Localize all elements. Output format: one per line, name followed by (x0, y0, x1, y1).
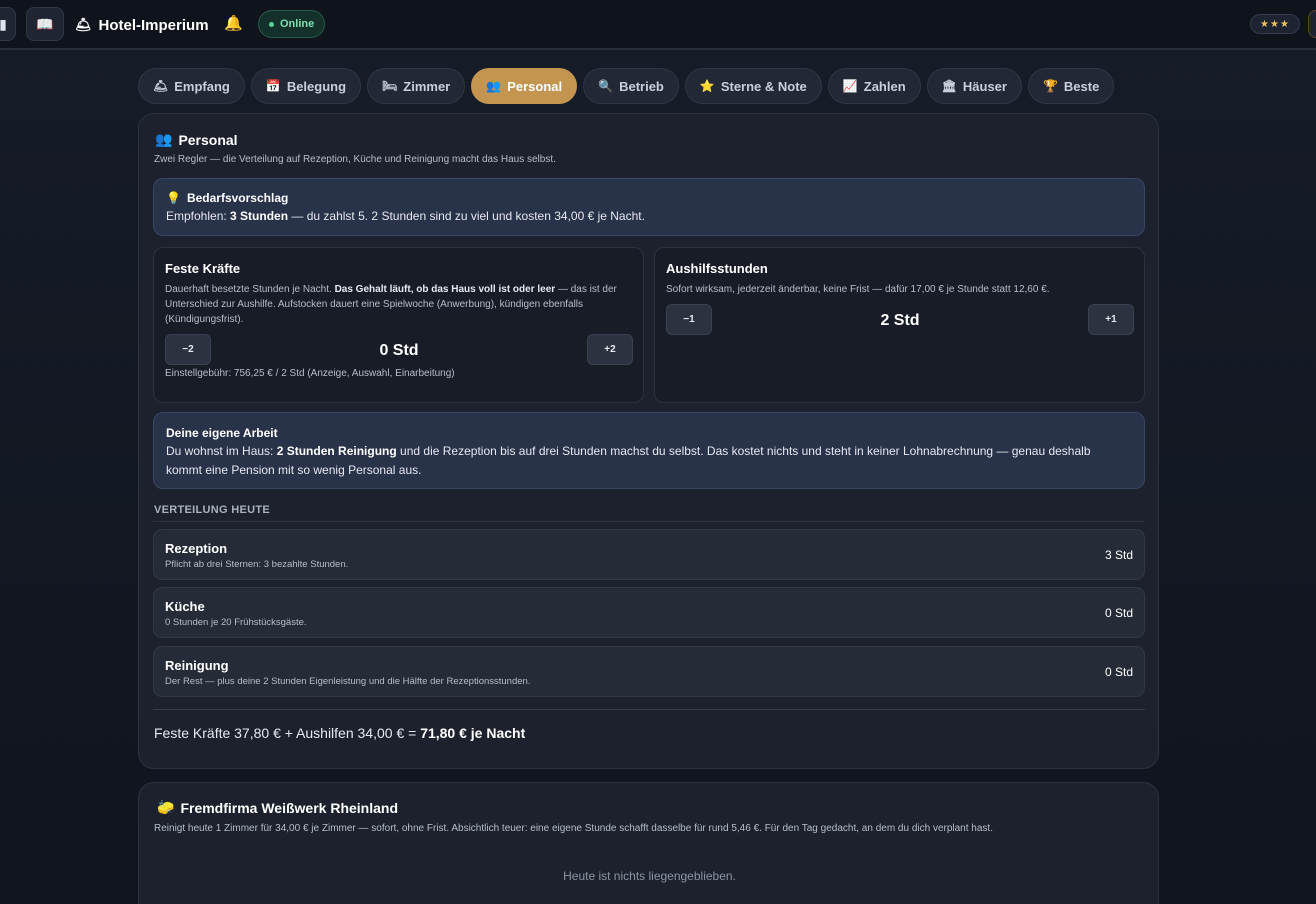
empty-state-message: Heute ist nichts liegengeblieben. (563, 869, 736, 883)
tab-haeuser[interactable]: 🏛 Häuser (926, 68, 1022, 104)
hint-suffix: — du zahlst 5. 2 Stunden sind zu viel un… (288, 209, 645, 223)
lightbulb-icon: 💡 (166, 191, 181, 205)
reception-bell-icon: 🛎 (153, 79, 169, 93)
online-status-label: Online (280, 18, 315, 30)
own-prefix: Du wohnst im Haus: (166, 444, 277, 458)
divider (153, 709, 1145, 710)
demand-suggestion-title-text: Bedarfsvorschlag (186, 191, 289, 205)
main-tabs: 🛎 Empfang 📅 Belegung 🛏 Zimmer 👥 Personal 🔍 Be… (138, 68, 1115, 104)
magnifier-icon: 🔍 (598, 79, 614, 93)
tab-beste[interactable]: 🏆 Beste (1027, 68, 1115, 104)
temp-staff-description: Sofort wirksam, jederzeit änderbar, kein… (666, 284, 1050, 295)
stars-rating-badge: ★★★ (1250, 14, 1300, 34)
notification-bell-icon[interactable]: 🔔 (224, 14, 243, 32)
tab-label: Zimmer (403, 78, 451, 94)
row-value: 0 Std (1104, 665, 1133, 679)
hint-recommended-hours: 3 Stunden (230, 209, 289, 223)
temp-staff-panel: Aushilfsstunden Sofort wirksam, jederzei… (654, 247, 1145, 403)
own-work-info: Deine eigene Arbeit Du wohnst im Haus: 2… (153, 412, 1145, 489)
building-icon: 🏛 (941, 79, 957, 93)
fixed-staff-title: Feste Kräfte (165, 261, 241, 276)
fixed-staff-value: 0 Std (379, 342, 419, 359)
profile-button[interactable] (1308, 10, 1316, 38)
external-company-title: 🧽 Fremdfirma Weißwerk Rheinland (157, 799, 398, 816)
calendar-icon: 📅 (265, 79, 281, 93)
distribution-row-reception: Rezeption Pflicht ab drei Sternen: 3 bez… (153, 529, 1145, 580)
external-company-card: 🧽 Fremdfirma Weißwerk Rheinland Reinigt … (138, 782, 1159, 904)
trophy-icon: 🏆 (1042, 79, 1058, 93)
tab-label: Zahlen (863, 78, 906, 94)
tab-label: Sterne & Note (720, 78, 807, 94)
tab-zimmer[interactable]: 🛏 Zimmer (367, 68, 466, 104)
row-subtitle: 0 Stunden je 20 Frühstücksgäste. (165, 617, 307, 628)
menu-button[interactable]: ▮ (0, 7, 16, 41)
total-breakdown: Feste Kräfte 37,80 € + Aushilfen 34,00 €… (154, 725, 421, 741)
external-company-title-text: Fremdfirma Weißwerk Rheinland (180, 799, 399, 816)
menu-icon: ▮ (0, 15, 7, 32)
demand-suggestion: 💡 Bedarfsvorschlag Empfohlen: 3 Stunden … (153, 178, 1145, 236)
fixed-desc-part: Dauerhaft besetzte Stunden je Nacht. (165, 284, 335, 295)
tab-label: Personal (507, 78, 563, 94)
tab-betrieb[interactable]: 🔍 Betrieb (583, 68, 679, 104)
bed-icon: 🛏 (382, 79, 398, 93)
row-title: Reinigung (165, 658, 229, 673)
top-bar: ▮ 📖 🛎 Hotel-Imperium 🔔 Online ★★★ (0, 0, 1316, 50)
distribution-heading: VERTEILUNG HEUTE (154, 504, 271, 516)
personal-subtitle: Zwei Regler — die Verteilung auf Rezepti… (154, 154, 556, 165)
row-title: Rezeption (165, 541, 228, 556)
divider (153, 521, 1145, 522)
online-status-badge: Online (258, 10, 326, 38)
fixed-staff-decrease-button[interactable]: −2 (165, 334, 211, 365)
row-title: Küche (165, 599, 205, 614)
tab-personal[interactable]: 👥 Personal (471, 68, 578, 104)
staff-cost-total: Feste Kräfte 37,80 € + Aushilfen 34,00 €… (154, 725, 525, 741)
external-company-description: Reinigt heute 1 Zimmer für 34,00 € je Zi… (154, 823, 993, 834)
book-button[interactable]: 📖 (26, 7, 64, 41)
total-per-night: 71,80 € je Nacht (420, 725, 526, 741)
temp-staff-increase-button[interactable]: +1 (1088, 304, 1134, 335)
row-subtitle: Der Rest — plus deine 2 Stunden Eigenlei… (165, 676, 531, 687)
tab-label: Belegung (286, 78, 347, 94)
distribution-row-cleaning: Reinigung Der Rest — plus deine 2 Stunde… (153, 646, 1145, 697)
personal-title: 👥 Personal (155, 131, 238, 148)
demand-suggestion-text: Empfohlen: 3 Stunden — du zahlst 5. 2 St… (166, 209, 1132, 223)
hint-prefix: Empfohlen: (166, 209, 231, 223)
fixed-staff-increase-button[interactable]: +2 (587, 334, 633, 365)
temp-staff-value: 2 Std (880, 312, 920, 329)
book-icon: 📖 (36, 15, 54, 32)
own-work-text: Du wohnst im Haus: 2 Stunden Reinigung u… (166, 442, 1106, 480)
personal-title-text: Personal (178, 131, 238, 148)
chart-icon: 📈 (842, 79, 858, 93)
tab-belegung[interactable]: 📅 Belegung (250, 68, 362, 104)
tab-label: Betrieb (619, 78, 664, 94)
personal-card: 👥 Personal Zwei Regler — die Verteilung … (138, 113, 1159, 769)
star-icon: ⭐ (699, 79, 715, 93)
fixed-staff-description: Dauerhaft besetzte Stunden je Nacht. Das… (165, 282, 630, 327)
tab-zahlen[interactable]: 📈 Zahlen (827, 68, 921, 104)
tab-label: Empfang (174, 78, 230, 94)
tab-label: Beste (1063, 78, 1100, 94)
hiring-fee-note: Einstellgebühr: 756,25 € / 2 Std (Anzeig… (165, 368, 455, 379)
app-title: Hotel-Imperium (98, 16, 209, 34)
row-value: 0 Std (1104, 606, 1133, 620)
temp-staff-decrease-button[interactable]: −1 (666, 304, 712, 335)
fixed-staff-panel: Feste Kräfte Dauerhaft besetzte Stunden … (153, 247, 644, 403)
tab-sterne-note[interactable]: ⭐ Sterne & Note (684, 68, 822, 104)
row-subtitle: Pflicht ab drei Sternen: 3 bezahlte Stun… (165, 559, 349, 570)
own-work-title: Deine eigene Arbeit (166, 426, 278, 440)
temp-staff-title: Aushilfsstunden (666, 261, 768, 276)
fixed-desc-strong: Das Gehalt läuft, ob das Haus voll ist o… (334, 284, 556, 295)
own-cleaning-hours: 2 Stunden Reinigung (276, 444, 397, 458)
sponge-icon: 🧽 (157, 799, 175, 815)
demand-suggestion-title: 💡 Bedarfsvorschlag (166, 191, 1132, 205)
people-icon: 👥 (486, 79, 502, 93)
tab-label: Häuser (962, 78, 1007, 94)
people-icon: 👥 (155, 131, 173, 147)
distribution-row-kitchen: Küche 0 Stunden je 20 Frühstücksgäste. 0… (153, 587, 1145, 638)
brand-bell-icon: 🛎 (75, 17, 92, 32)
status-dot-icon (269, 21, 274, 27)
row-value: 3 Std (1104, 548, 1133, 562)
tab-empfang[interactable]: 🛎 Empfang (138, 68, 245, 104)
app-brand: 🛎 Hotel-Imperium (75, 14, 209, 36)
